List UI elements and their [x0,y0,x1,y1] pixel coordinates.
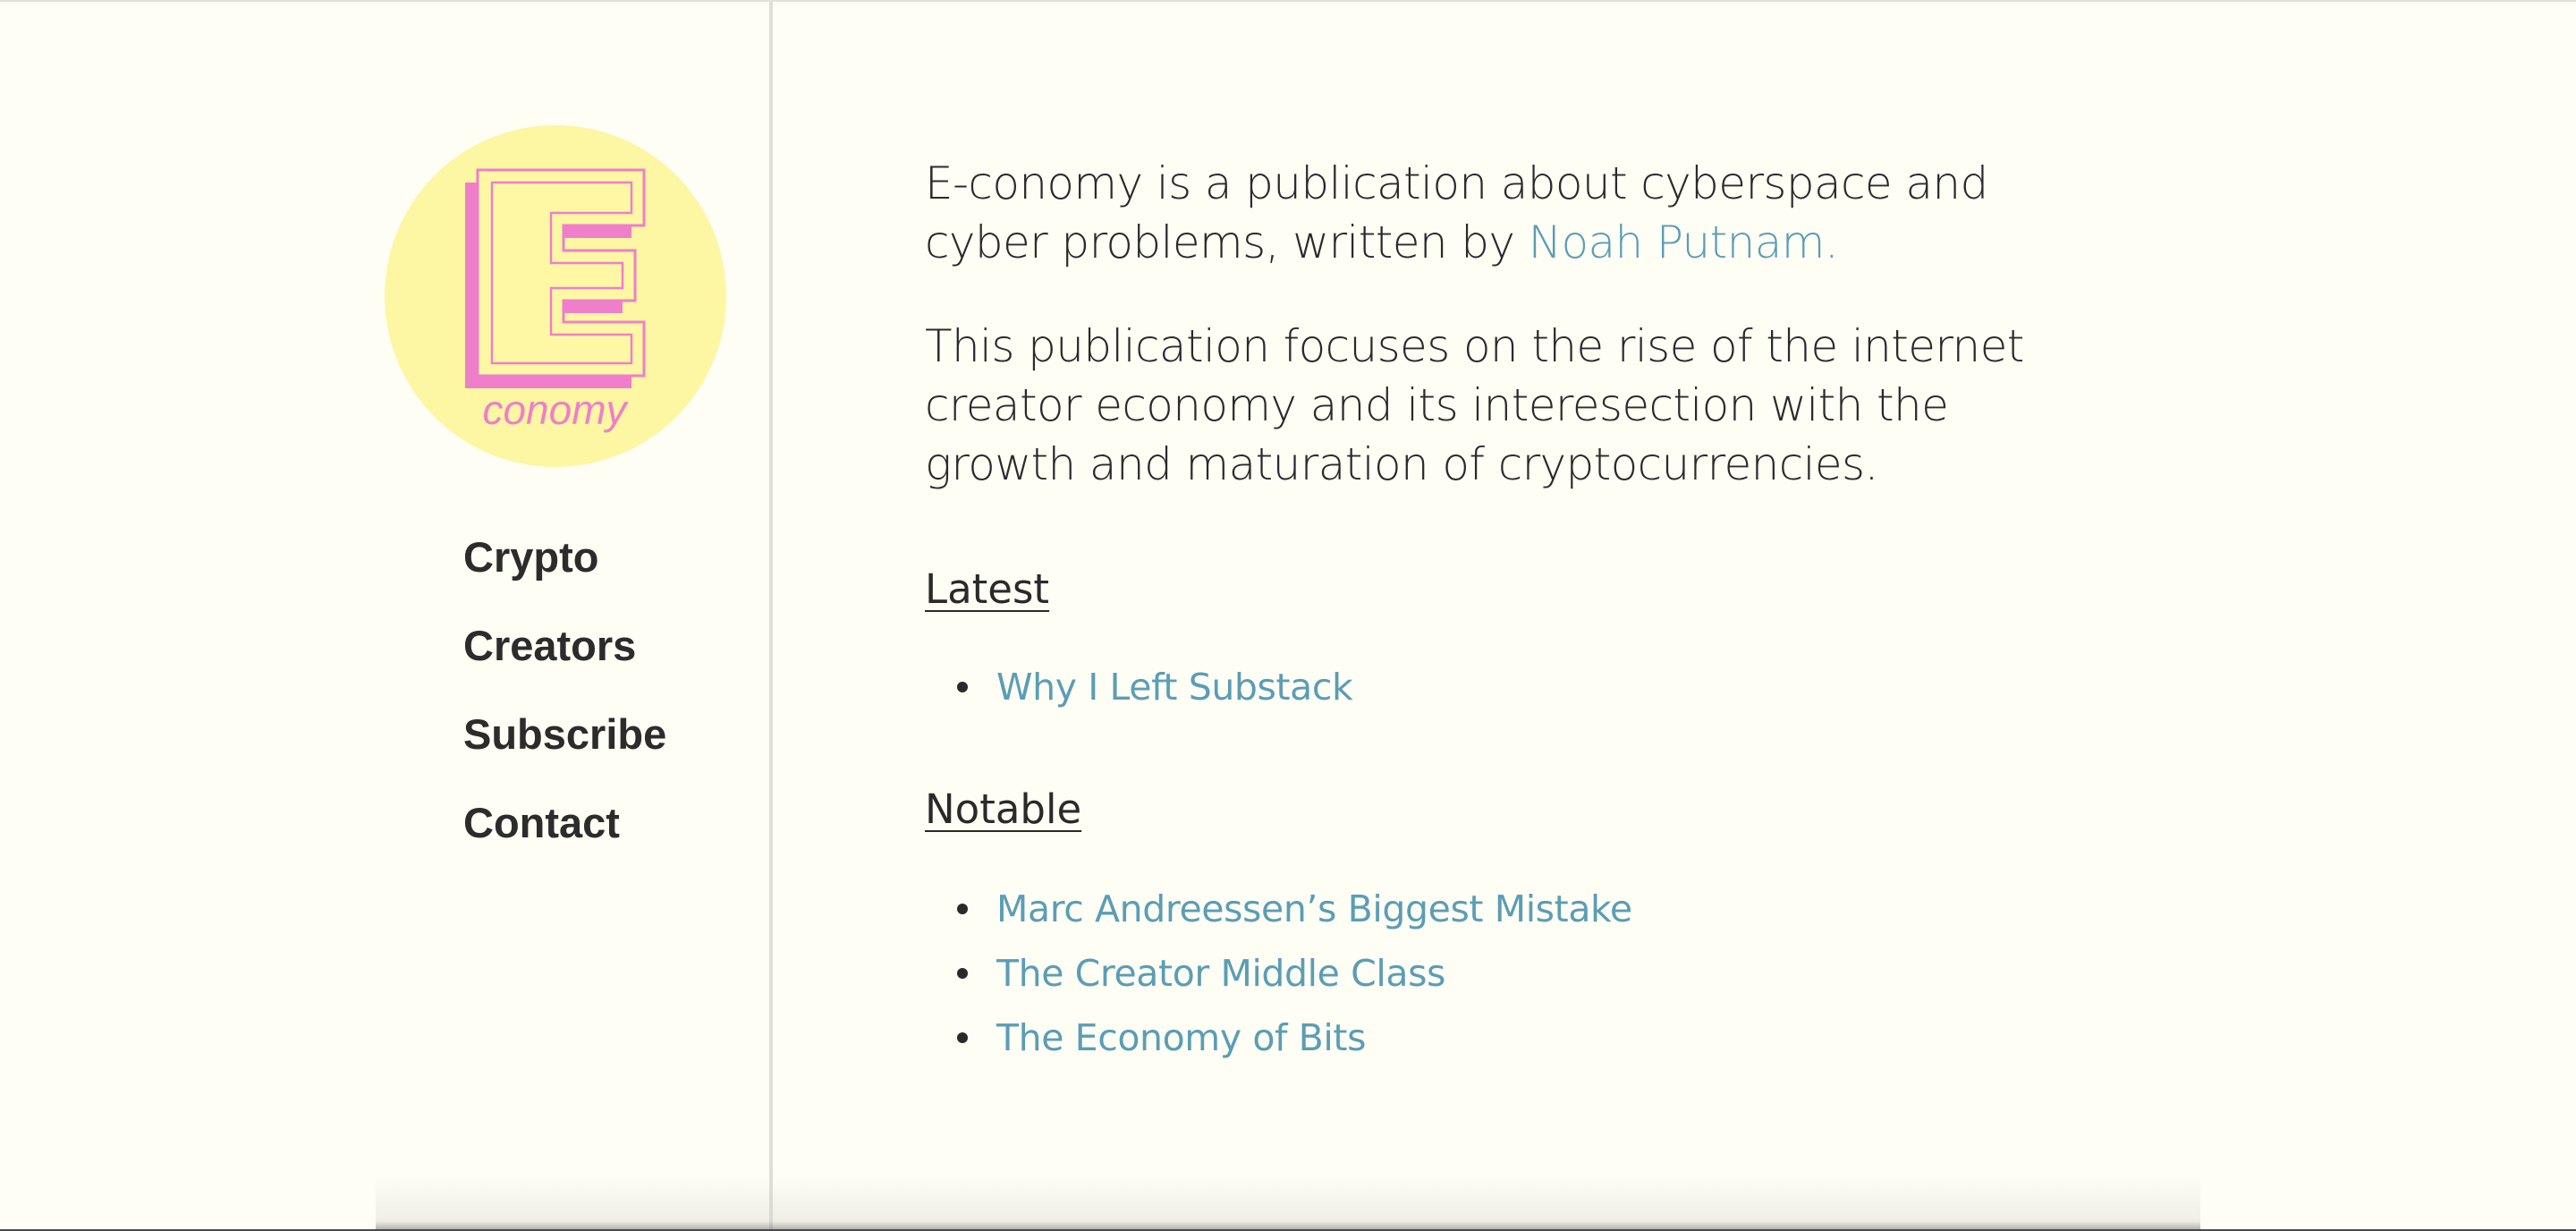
intro-paragraph: E-conomy is a publication about cyberspa… [925,154,2106,272]
page: conomy Crypto Creators Subscribe Contact… [0,0,2576,1231]
list-item: The Creator Middle Class [925,941,1632,1006]
sidebar: conomy Crypto Creators Subscribe Contact [0,2,773,1231]
e-conomy-logo-icon: conomy [385,125,726,467]
bullet-icon [957,1032,968,1043]
author-link[interactable]: Noah Putnam. [1529,216,1839,268]
bullet-icon [957,968,968,979]
notable-list: Marc Andreessen’s Biggest Mistake The Cr… [925,877,1632,1070]
logo-wordmark: conomy [482,386,629,433]
bullet-icon [957,904,968,914]
post-link[interactable]: Why I Left Substack [996,666,1353,709]
nav-item-creators[interactable]: Creators [463,615,666,703]
post-link[interactable]: The Creator Middle Class [996,952,1445,995]
post-link[interactable]: The Economy of Bits [996,1016,1366,1059]
main-content: E-conomy is a publication about cyberspa… [925,154,2106,1059]
nav-item-crypto[interactable]: Crypto [463,526,666,615]
list-item: The Economy of Bits [925,1006,1632,1070]
post-link[interactable]: Marc Andreessen’s Biggest Mistake [996,887,1632,930]
site-logo[interactable]: conomy [385,125,726,467]
list-item: Marc Andreessen’s Biggest Mistake [925,877,1632,941]
main-nav: Crypto Creators Subscribe Contact [463,526,666,880]
notable-heading: Notable [925,785,1082,833]
latest-heading: Latest [925,565,1050,613]
list-item: Why I Left Substack [925,655,1353,719]
bullet-icon [957,682,968,692]
latest-list: Why I Left Substack [925,655,1353,719]
nav-item-contact[interactable]: Contact [463,792,666,880]
focus-paragraph: This publication focuses on the rise of … [925,320,2024,490]
nav-item-subscribe[interactable]: Subscribe [463,703,666,792]
